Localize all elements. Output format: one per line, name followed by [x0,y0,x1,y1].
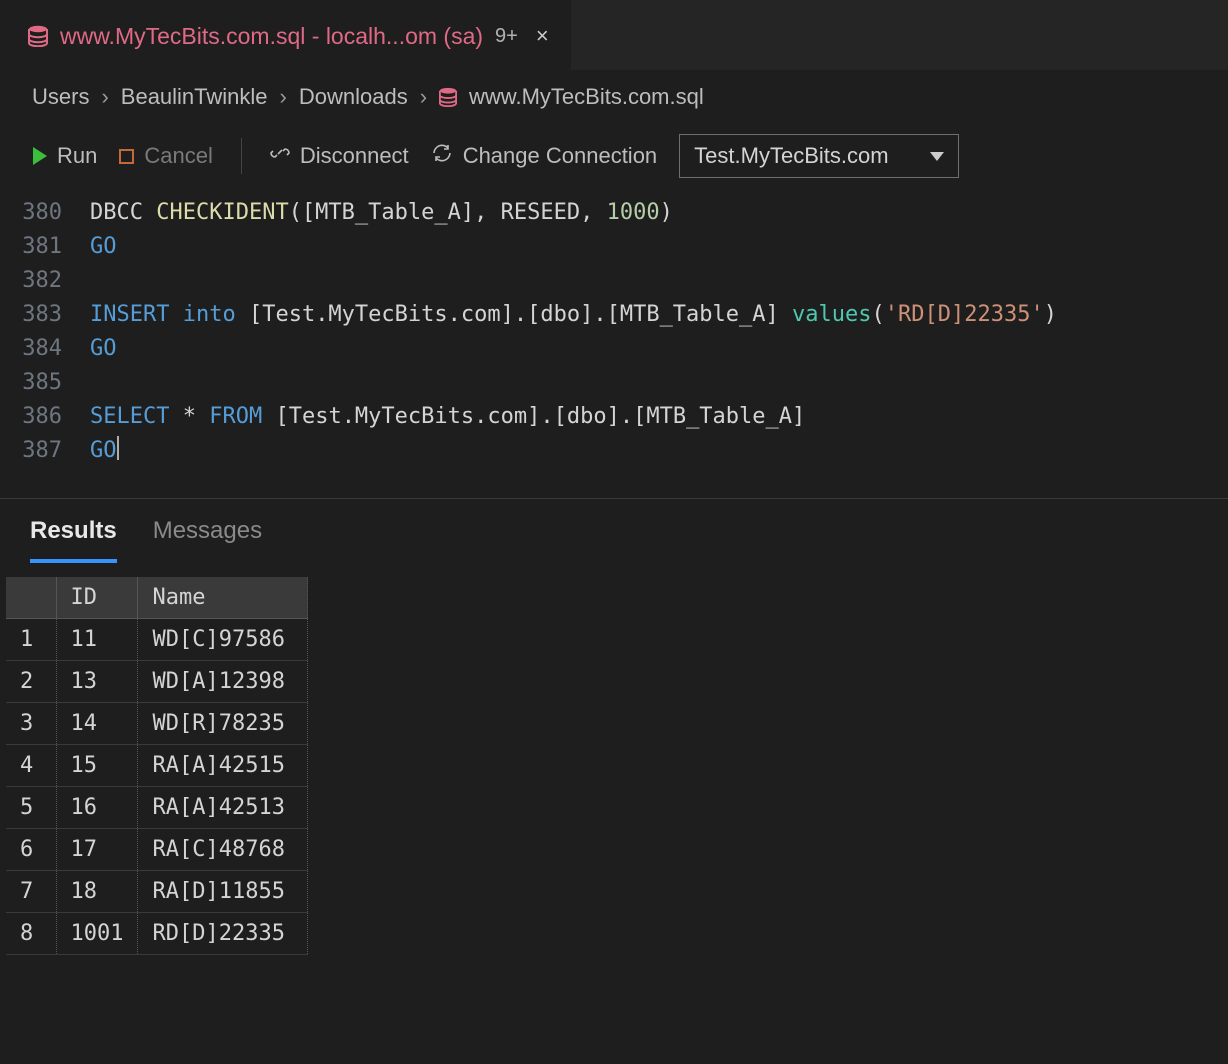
cell[interactable]: 18 [56,871,138,913]
row-number[interactable]: 5 [6,787,56,829]
cell[interactable]: RA[A]42513 [138,787,308,829]
cell[interactable]: RA[D]11855 [138,871,308,913]
editor-tab[interactable]: www.MyTecBits.com.sql - localh...om (sa)… [0,0,571,70]
table-row[interactable]: 314WD[R]78235 [6,703,308,745]
cell[interactable]: RA[C]48768 [138,829,308,871]
chevron-right-icon: › [280,84,287,110]
table-row[interactable]: 718RA[D]11855 [6,871,308,913]
stop-icon [119,149,134,164]
table-row[interactable]: 415RA[A]42515 [6,745,308,787]
cell[interactable]: 14 [56,703,138,745]
tab-badge: 9+ [495,25,518,48]
cell[interactable]: WD[A]12398 [138,661,308,703]
code-content[interactable]: INSERT into [Test.MyTecBits.com].[dbo].[… [90,298,1057,332]
cancel-button[interactable]: Cancel [119,143,212,169]
play-icon [33,147,47,165]
row-number[interactable]: 2 [6,661,56,703]
cell[interactable]: 13 [56,661,138,703]
cell[interactable]: WD[C]97586 [138,619,308,661]
code-content[interactable]: GO [90,434,119,468]
chevron-right-icon: › [101,84,108,110]
code-line[interactable]: 380DBCC CHECKIDENT([MTB_Table_A], RESEED… [0,196,1228,230]
cell[interactable]: WD[R]78235 [138,703,308,745]
column-header[interactable]: ID [56,577,138,619]
crumb-user[interactable]: BeaulinTwinkle [121,84,268,110]
code-line[interactable]: 383INSERT into [Test.MyTecBits.com].[dbo… [0,298,1228,332]
crumb-file[interactable]: www.MyTecBits.com.sql [469,84,704,110]
database-selected-value: Test.MyTecBits.com [694,143,888,169]
tab-results[interactable]: Results [30,517,117,563]
disconnect-label: Disconnect [300,143,409,169]
change-connection-button[interactable]: Change Connection [431,142,657,170]
breadcrumb: Users › BeaulinTwinkle › Downloads › www… [0,70,1228,126]
crumb-users[interactable]: Users [32,84,89,110]
table-row[interactable]: 516RA[A]42513 [6,787,308,829]
row-number[interactable]: 7 [6,871,56,913]
line-number: 385 [0,366,90,400]
code-line[interactable]: 381GO [0,230,1228,264]
line-number: 387 [0,434,90,468]
cancel-label: Cancel [144,143,212,169]
row-number[interactable]: 1 [6,619,56,661]
separator [241,138,242,174]
line-number: 380 [0,196,90,230]
table-row[interactable]: 111WD[C]97586 [6,619,308,661]
table-row[interactable]: 213WD[A]12398 [6,661,308,703]
line-number: 383 [0,298,90,332]
cell[interactable]: RD[D]22335 [138,913,308,955]
column-header[interactable]: Name [138,577,308,619]
code-line[interactable]: 387GO [0,434,1228,468]
run-button[interactable]: Run [33,143,97,169]
cell[interactable]: 15 [56,745,138,787]
database-icon [28,25,48,47]
run-label: Run [57,143,97,169]
cell[interactable]: 1001 [56,913,138,955]
code-content[interactable]: DBCC CHECKIDENT([MTB_Table_A], RESEED, 1… [90,196,673,230]
row-number[interactable]: 3 [6,703,56,745]
table-row[interactable]: 617RA[C]48768 [6,829,308,871]
tab-title: www.MyTecBits.com.sql - localh...om (sa) [60,23,483,50]
row-number[interactable]: 6 [6,829,56,871]
chevron-right-icon: › [420,84,427,110]
sql-toolbar: Run Cancel Disconnect Change Connection … [0,126,1228,190]
tab-bar: www.MyTecBits.com.sql - localh...om (sa)… [0,0,1228,70]
code-content[interactable]: GO [90,230,117,264]
line-number: 382 [0,264,90,298]
row-number[interactable]: 4 [6,745,56,787]
results-grid[interactable]: IDName 111WD[C]97586213WD[A]12398314WD[R… [6,577,308,955]
tab-messages[interactable]: Messages [153,517,262,563]
crumb-downloads[interactable]: Downloads [299,84,408,110]
code-content[interactable]: SELECT * FROM [Test.MyTecBits.com].[dbo]… [90,400,805,434]
line-number: 386 [0,400,90,434]
cell[interactable]: RA[A]42515 [138,745,308,787]
results-tabbar: Results Messages [0,499,1228,563]
table-row[interactable]: 81001RD[D]22335 [6,913,308,955]
database-select[interactable]: Test.MyTecBits.com [679,134,959,178]
cell[interactable]: 11 [56,619,138,661]
code-line[interactable]: 382 [0,264,1228,298]
code-line[interactable]: 385 [0,366,1228,400]
database-icon [439,87,457,107]
results-grid-wrap: IDName 111WD[C]97586213WD[A]12398314WD[R… [0,563,1228,955]
disconnect-icon [270,142,290,170]
refresh-icon [431,142,453,170]
chevron-down-icon [930,152,944,161]
close-icon[interactable]: × [536,23,549,49]
cell[interactable]: 16 [56,787,138,829]
disconnect-button[interactable]: Disconnect [270,142,409,170]
code-content[interactable]: GO [90,332,117,366]
line-number: 384 [0,332,90,366]
grid-corner[interactable] [6,577,56,619]
text-cursor [117,436,119,460]
row-number[interactable]: 8 [6,913,56,955]
code-line[interactable]: 384GO [0,332,1228,366]
line-number: 381 [0,230,90,264]
code-line[interactable]: 386SELECT * FROM [Test.MyTecBits.com].[d… [0,400,1228,434]
change-connection-label: Change Connection [463,143,657,169]
cell[interactable]: 17 [56,829,138,871]
code-editor[interactable]: 380DBCC CHECKIDENT([MTB_Table_A], RESEED… [0,190,1228,498]
